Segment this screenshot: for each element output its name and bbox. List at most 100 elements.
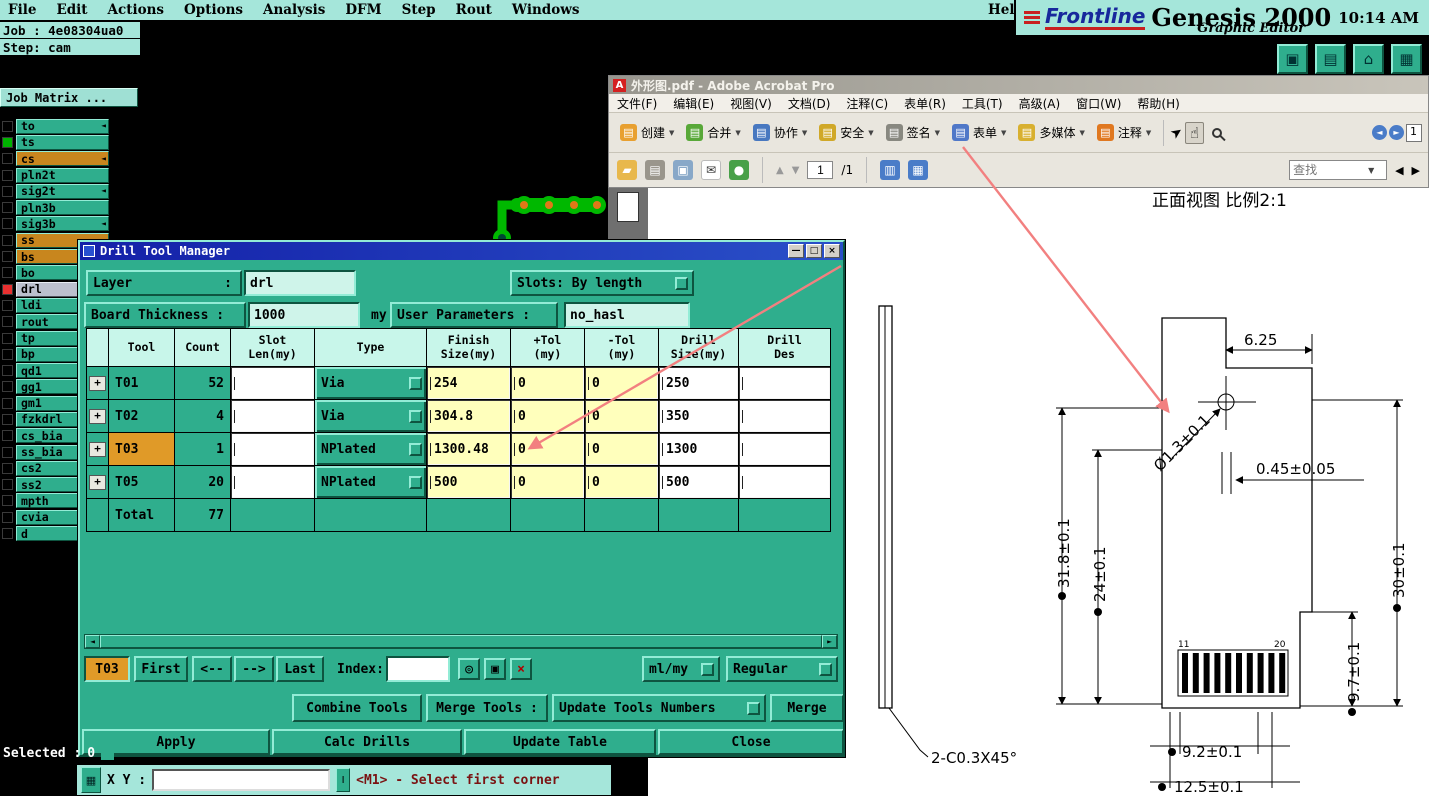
home-button[interactable]: ⌂ (1353, 44, 1384, 74)
layer-color-swatch[interactable] (2, 413, 13, 425)
acrobat-tool-button-5[interactable]: ▤ 表单 ▼ (947, 121, 1011, 144)
menu-item-options[interactable]: Options (184, 2, 243, 18)
acrobat-tool-button-7[interactable]: ▤ 注释 ▼ (1092, 121, 1156, 144)
type-dropdown[interactable]: NPlated (315, 466, 427, 499)
slots-dropdown[interactable]: Slots: By length (510, 270, 694, 296)
scrollbar-thumb[interactable] (100, 635, 822, 648)
acrobat-tool-button-0[interactable]: ▤ 创建 ▼ (615, 121, 679, 144)
menu-item-rout[interactable]: Rout (456, 2, 492, 18)
open-icon[interactable]: ▰ (617, 160, 637, 180)
xy-toggle-button[interactable]: I (336, 768, 351, 792)
drill-size-input[interactable]: 1300 (659, 433, 739, 466)
layer-color-swatch[interactable] (2, 365, 13, 377)
layer-button-ts[interactable]: ts (16, 134, 109, 150)
first-button[interactable]: First (134, 656, 188, 682)
layer-color-swatch[interactable] (2, 218, 13, 230)
dropdown-handle[interactable] (701, 662, 714, 676)
acrobat-tool-button-1[interactable]: ▤ 合并 ▼ (681, 121, 745, 144)
print-button[interactable]: ▤ (1315, 44, 1346, 74)
drill-des-input[interactable] (739, 466, 831, 499)
minus-tol-input[interactable]: 0 (585, 466, 659, 499)
layer-color-swatch[interactable] (2, 185, 13, 197)
layer-color-swatch[interactable] (2, 430, 13, 442)
close-button[interactable]: Close (658, 729, 843, 755)
layer-button-sig2t[interactable]: sig2t ◄ (16, 183, 109, 199)
drill-size-input[interactable]: 250 (659, 367, 739, 400)
next-button[interactable]: --> (234, 656, 274, 682)
minus-tol-input[interactable]: 0 (585, 400, 659, 433)
minimize-button[interactable]: — (788, 244, 804, 258)
slot-len-input[interactable] (231, 433, 315, 466)
pages-panel-icon[interactable] (617, 192, 639, 222)
layer-color-swatch[interactable] (2, 299, 13, 311)
finish-size-input[interactable]: 254 (427, 367, 511, 400)
drill-size-input[interactable]: 350 (659, 400, 739, 433)
next-view-button[interactable]: ► (1389, 125, 1404, 140)
acrobat-menu-item[interactable]: 工具(T) (962, 95, 1003, 112)
units-dropdown[interactable]: ml/my (642, 656, 720, 682)
find-previous-icon[interactable]: ◀ (1395, 164, 1403, 177)
acrobat-tool-button-3[interactable]: ▤ 安全 ▼ (814, 121, 878, 144)
slot-len-input[interactable] (231, 400, 315, 433)
layer-button-pln2t[interactable]: pln2t (16, 167, 109, 183)
add-tool-button[interactable]: + (89, 375, 106, 391)
job-matrix-button[interactable]: Job Matrix ... (0, 88, 138, 107)
hand-tool-icon[interactable]: ☝ (1184, 121, 1205, 144)
layer-button-sig3b[interactable]: sig3b ◄ (16, 216, 109, 232)
acrobat-menu-item[interactable]: 帮助(H) (1137, 95, 1179, 112)
zoom-level-box[interactable]: 1 (1406, 123, 1422, 142)
layer-color-swatch[interactable] (2, 462, 13, 474)
snapshot-button[interactable]: ▣ (1277, 44, 1308, 74)
acrobat-menu-item[interactable]: 表单(R) (904, 95, 946, 112)
dialog-titlebar[interactable]: Drill Tool Manager — □ × (80, 242, 843, 260)
plus-tol-input[interactable]: 0 (511, 400, 585, 433)
plus-tol-input[interactable]: 0 (511, 466, 585, 499)
chevron-down-icon[interactable]: ▼ (1368, 166, 1374, 175)
tool-number-cell[interactable]: T02 (109, 400, 175, 433)
layers-view-icon[interactable]: ▣ (484, 658, 506, 680)
dropdown-handle[interactable] (675, 276, 688, 290)
finish-size-input[interactable]: 304.8 (427, 400, 511, 433)
dropdown-handle[interactable] (409, 475, 422, 489)
coords-mode-button[interactable]: ▦ (81, 767, 101, 793)
type-dropdown[interactable]: NPlated (315, 433, 427, 466)
user-parameters-label[interactable]: User Parameters : (390, 302, 558, 328)
drill-size-input[interactable]: 500 (659, 466, 739, 499)
dropdown-handle[interactable] (409, 442, 422, 456)
acrobat-nav-pane[interactable] (608, 188, 648, 240)
drill-des-input[interactable] (739, 433, 831, 466)
email-icon[interactable]: ✉ (701, 160, 721, 180)
last-button[interactable]: Last (276, 656, 324, 682)
tool-number-cell[interactable]: T03 (109, 433, 175, 466)
add-tool-button[interactable]: + (89, 474, 106, 490)
menu-item-windows[interactable]: Windows (512, 2, 580, 18)
acrobat-menu-item[interactable]: 文件(F) (617, 95, 657, 112)
fit-page-icon[interactable]: ▦ (908, 160, 929, 180)
find-input[interactable] (1293, 163, 1366, 177)
plus-tol-input[interactable]: 0 (511, 367, 585, 400)
finish-size-input[interactable]: 1300.48 (427, 433, 511, 466)
type-dropdown[interactable]: Via (315, 400, 427, 433)
delete-tool-icon[interactable]: × (510, 658, 532, 680)
layer-button-cs[interactable]: cs ◄ (16, 151, 109, 167)
layer-color-swatch[interactable] (2, 136, 13, 148)
user-parameters-input[interactable]: no_hasl (564, 302, 690, 328)
find-next-icon[interactable]: ▶ (1412, 164, 1420, 177)
scroll-right-icon[interactable]: ► (822, 635, 837, 648)
layer-value-input[interactable]: drl (244, 270, 356, 296)
acrobat-tool-button-6[interactable]: ▤ 多媒体 ▼ (1013, 121, 1089, 144)
finish-size-input[interactable]: 500 (427, 466, 511, 499)
add-tool-button[interactable]: + (89, 441, 106, 457)
dropdown-handle[interactable] (409, 409, 422, 423)
menu-item-edit[interactable]: Edit (56, 2, 87, 18)
layer-color-swatch[interactable] (2, 267, 13, 279)
dropdown-handle[interactable] (819, 662, 832, 676)
board-thickness-input[interactable]: 1000 (248, 302, 360, 328)
slot-len-input[interactable] (231, 367, 315, 400)
previous-page-icon[interactable]: ▲ (776, 165, 784, 176)
tool-number-cell[interactable]: T05 (109, 466, 175, 499)
layer-color-swatch[interactable] (2, 332, 13, 344)
plus-tol-input[interactable]: 0 (511, 433, 585, 466)
layer-color-swatch[interactable] (2, 202, 13, 214)
update-tools-numbers-dropdown[interactable]: Update Tools Numbers (552, 694, 766, 722)
